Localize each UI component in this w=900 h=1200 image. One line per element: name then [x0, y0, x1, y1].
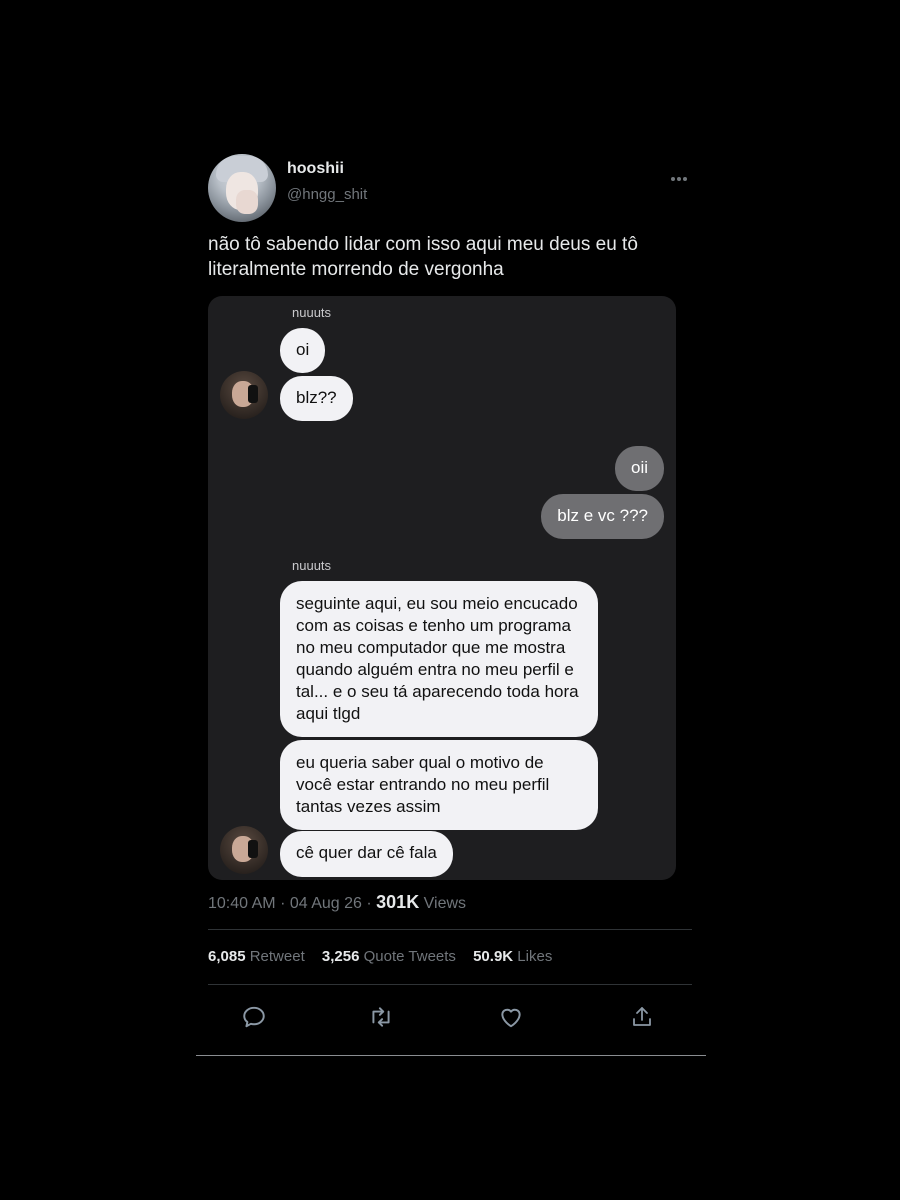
avatar[interactable] [208, 154, 276, 222]
chat-sender-name: nuuuts [292, 558, 332, 573]
reply-button[interactable] [237, 1000, 271, 1034]
tweet-header: hooshii @hngg_shit [196, 150, 706, 226]
share-icon [633, 1007, 651, 1026]
retweets-label: Retweet [249, 948, 305, 965]
tweet-meta: 10:40 AM · 04 Aug 26 · 301K Views [208, 892, 466, 913]
retweets-count: 6,085 [208, 948, 246, 965]
chat-bubble-incoming: cê quer dar cê fala [280, 831, 453, 877]
reply-icon [243, 1006, 265, 1028]
retweets-stat[interactable]: 6,085 Retweet [208, 948, 309, 965]
user-handle[interactable]: @hngg_shit [287, 186, 367, 203]
retweet-icon [372, 1007, 390, 1027]
more-horizontal-icon[interactable] [670, 166, 688, 187]
chat-sender-name: nuuuts [292, 305, 332, 320]
tweet-actions [208, 1000, 692, 1034]
heart-icon [501, 1008, 521, 1028]
meta-separator: · [280, 895, 286, 912]
quote-tweets-label: Quote Tweets [363, 948, 456, 965]
tweet: hooshii @hngg_shit não tô sabendo lidar … [196, 150, 706, 1056]
divider [208, 929, 692, 930]
display-name[interactable]: hooshii [287, 160, 344, 178]
likes-count: 50.9K [473, 948, 514, 965]
tweet-media-chat-screenshot[interactable]: nuuuts oi blz?? oii blz e vc ??? nuuuts … [208, 296, 676, 880]
views-count: 301K [376, 892, 420, 912]
likes-stat[interactable]: 50.9K Likes [473, 948, 552, 965]
divider [208, 984, 692, 985]
views-label: Views [423, 895, 467, 912]
chat-bubble-outgoing: blz e vc ??? [541, 494, 664, 539]
chat-bubble-incoming: eu queria saber qual o motivo de você es… [280, 740, 598, 830]
tweet-time[interactable]: 10:40 AM [208, 895, 276, 912]
tweet-stats: 6,085 Retweet 3,256 Quote Tweets 50.9K L… [208, 948, 565, 965]
quote-tweets-count: 3,256 [321, 948, 360, 965]
retweet-button[interactable] [364, 1000, 398, 1034]
like-button[interactable] [494, 1000, 528, 1034]
tweet-date[interactable]: 04 Aug 26 [290, 895, 362, 912]
chat-bubble-incoming: blz?? [280, 376, 353, 421]
tweet-text: não tô sabendo lidar com isso aqui meu d… [208, 234, 638, 280]
chat-avatar [220, 826, 268, 874]
chat-bubble-incoming: seguinte aqui, eu sou meio encucado com … [280, 581, 598, 737]
chat-bubble-outgoing: oii [614, 446, 664, 491]
likes-label: Likes [517, 948, 553, 965]
quote-tweets-stat[interactable]: 3,256 Quote Tweets [322, 948, 460, 965]
chat-avatar [220, 371, 268, 419]
chat-bubble-incoming: oi [280, 328, 326, 373]
divider [196, 1055, 706, 1056]
share-button[interactable] [625, 1000, 659, 1034]
meta-separator: · [366, 895, 372, 912]
